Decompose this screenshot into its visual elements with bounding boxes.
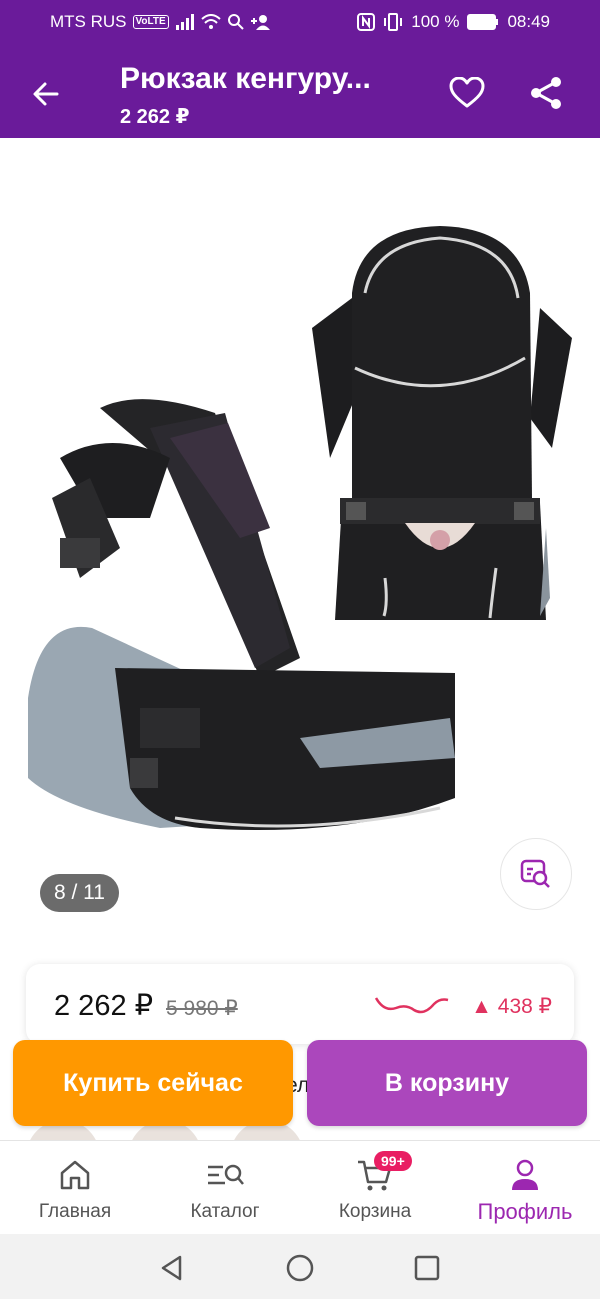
home-icon (60, 1160, 90, 1190)
battery-percent: 100 % (411, 12, 460, 31)
cart-count-badge: 99+ (374, 1151, 412, 1171)
clock: 08:49 (507, 12, 550, 31)
catalog-search-icon (208, 1164, 244, 1185)
triangle-back-icon (161, 1255, 182, 1281)
status-right: 100 % 08:49 (357, 12, 550, 32)
nav-label-cart: Корзина (338, 1201, 412, 1222)
share-button[interactable] (525, 72, 567, 114)
page-title: Рюкзак кенгуру... (120, 62, 371, 95)
nav-item-catalog[interactable]: Каталог (150, 1141, 300, 1235)
status-bar: MTS RUS VoLTE 100 % 08:49 (0, 0, 600, 46)
square-recents-icon (414, 1255, 440, 1281)
header-price: 2 262 ₽ (120, 106, 190, 128)
vibrate-icon (384, 13, 403, 31)
heart-icon (449, 77, 485, 108)
system-recents-button[interactable] (411, 1252, 443, 1284)
carrier-label: MTS RUS (50, 12, 127, 31)
product-photo (28, 226, 572, 830)
share-icon (531, 77, 561, 109)
nav-item-cart[interactable]: 99+ Корзина (300, 1141, 450, 1235)
system-navigation (0, 1234, 600, 1299)
bottom-navigation: Главная Каталог 99+ Корзина Профиль (0, 1140, 600, 1234)
add-contact-icon (250, 15, 270, 30)
nav-label-catalog: Каталог (190, 1201, 260, 1222)
signal-icon (175, 14, 194, 30)
status-left: MTS RUS VoLTE (50, 12, 271, 32)
nav-label-home: Главная (38, 1201, 112, 1222)
arrow-left-icon (33, 82, 59, 106)
price-trend-icon (374, 997, 449, 1014)
search-status-icon (227, 14, 244, 30)
system-home-button[interactable] (284, 1252, 316, 1284)
nav-item-profile[interactable]: Профиль (450, 1141, 600, 1235)
buy-now-button[interactable]: Купить сейчас (13, 1040, 293, 1126)
back-button[interactable] (26, 74, 66, 114)
image-search-icon (520, 859, 550, 888)
wifi-icon (201, 14, 221, 29)
app-bar: Рюкзак кенгуру... 2 262 ₽ (0, 46, 600, 138)
circle-home-icon (286, 1254, 314, 1282)
add-to-cart-button[interactable]: В корзину (307, 1040, 587, 1126)
price-change: ▲ 438 ₽ (471, 995, 552, 1018)
carrier-front-view (312, 226, 572, 620)
page-indicator: 8 / 11 (40, 874, 119, 912)
product-gallery[interactable]: 8 / 11 (0, 138, 600, 938)
old-price: 5 980 ₽ (166, 997, 238, 1020)
favorite-button[interactable] (446, 72, 488, 114)
visual-search-button[interactable] (500, 838, 572, 910)
nfc-icon (357, 13, 376, 31)
volte-badge: VoLTE (132, 15, 169, 29)
battery-icon (467, 14, 499, 30)
system-back-button[interactable] (156, 1252, 188, 1284)
profile-icon (512, 1159, 538, 1190)
current-price: 2 262 ₽ (54, 990, 154, 1022)
price-card[interactable]: 2 262 ₽ 5 980 ₽ ▲ 438 ₽ (26, 964, 574, 1044)
nav-item-home[interactable]: Главная (0, 1141, 150, 1235)
nav-label-profile: Профиль (477, 1199, 573, 1224)
